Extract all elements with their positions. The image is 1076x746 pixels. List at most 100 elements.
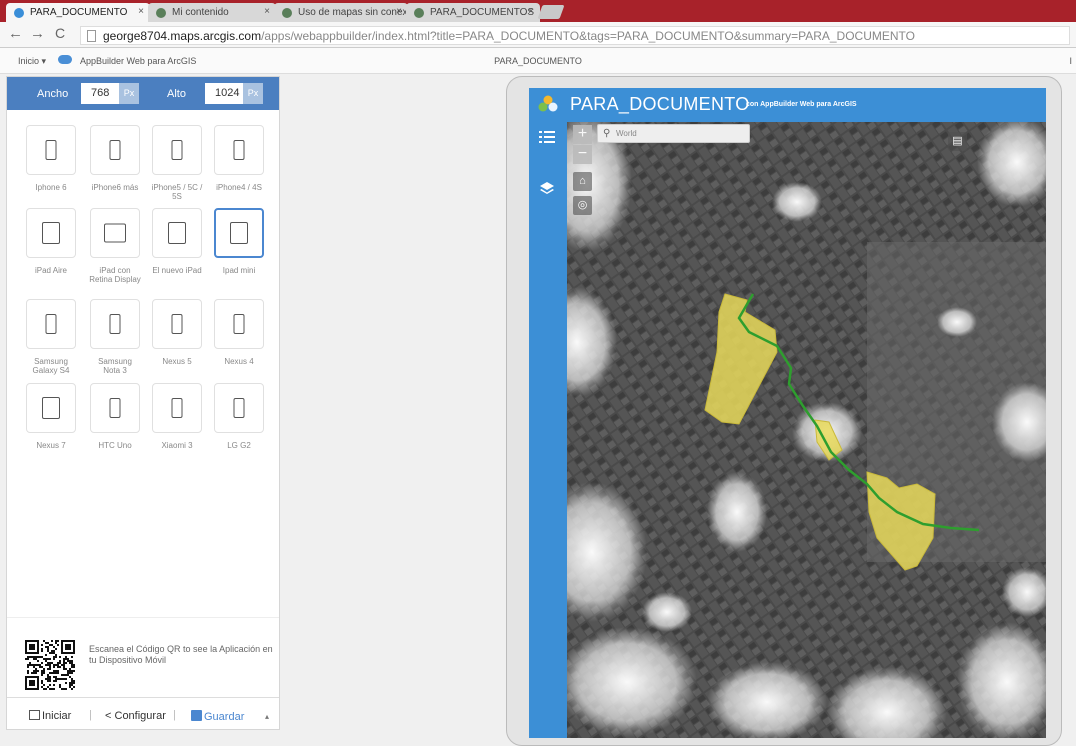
new-tab-button[interactable]	[537, 5, 565, 19]
device-tile[interactable]	[26, 299, 76, 349]
device-name: Nexus 7	[36, 441, 66, 450]
search-icon: ⚲	[603, 128, 611, 139]
tablet-icon	[230, 222, 248, 244]
tab-label: PARA_DOCUMENTO	[30, 7, 128, 18]
device-option[interactable]: El nuevo iPad	[151, 208, 203, 275]
app-header: Inicio ▾ AppBuilder Web para ArcGIS PARA…	[0, 48, 1076, 74]
device-name: Nexus 5	[162, 357, 192, 366]
width-input[interactable]: 768 Px	[81, 83, 139, 104]
device-option[interactable]: Samsung Galaxy S4	[25, 299, 77, 375]
device-tile[interactable]	[90, 383, 140, 433]
legend-icon[interactable]: ▤	[948, 132, 967, 151]
close-tab-icon[interactable]: ×	[264, 6, 270, 17]
device-tile[interactable]	[214, 383, 264, 433]
phone-icon	[171, 140, 183, 160]
device-tile[interactable]	[214, 208, 264, 258]
browser-tab-mi-contenido[interactable]: Mi contenido ×	[148, 3, 276, 22]
device-name: iPhone6 más	[91, 183, 139, 192]
height-value: 1024	[215, 87, 240, 99]
browser-tab-strip: PARA_DOCUMENTO × Mi contenido × Uso de m…	[0, 0, 1076, 22]
device-tile[interactable]	[152, 383, 202, 433]
tablet-icon	[104, 223, 126, 243]
device-option[interactable]: iPad Aire	[25, 208, 77, 275]
device-name: Samsung Nota 3	[98, 357, 132, 375]
browser-tab-para-documento[interactable]: PARA_DOCUMENTO ×	[6, 3, 150, 22]
device-tile[interactable]	[152, 299, 202, 349]
device-name: Ipad mini	[222, 266, 256, 275]
save-label: Guardar	[204, 711, 245, 723]
page-icon	[87, 30, 96, 42]
phone-icon	[45, 140, 57, 160]
device-name: Nexus 4	[224, 357, 254, 366]
device-tile[interactable]	[90, 208, 140, 258]
device-option[interactable]: Nexus 5	[151, 299, 203, 366]
browser-tab-uso-de-mapas[interactable]: Uso de mapas sin conexi ×	[274, 3, 408, 22]
forward-arrow-icon[interactable]: →	[30, 25, 45, 42]
device-tile[interactable]	[152, 125, 202, 175]
device-option[interactable]: Iphone 6	[25, 125, 77, 192]
device-option[interactable]: HTC Uno	[89, 383, 141, 450]
device-option[interactable]: Xiaomi 3	[151, 383, 203, 450]
device-name: Samsung Galaxy S4	[32, 357, 70, 375]
device-preview-panel: Ancho 768 Px Alto 1024 Px Iphone 6 iPhone…	[6, 76, 280, 730]
layers-icon[interactable]	[540, 182, 554, 196]
device-option[interactable]: iPad con Retina Display	[89, 208, 141, 284]
device-tile[interactable]	[214, 299, 264, 349]
zoom-in-button[interactable]: +	[573, 125, 592, 144]
start-button[interactable]: Iniciar	[29, 710, 71, 722]
configure-button[interactable]: < Configurar	[105, 710, 166, 722]
chevron-left-icon: <	[105, 710, 112, 722]
device-option[interactable]: LG G2	[213, 383, 265, 450]
width-value: 768	[91, 87, 110, 99]
page-title: PARA_DOCUMENTO	[494, 56, 582, 66]
width-label: Ancho	[37, 88, 69, 100]
tablet-icon	[42, 397, 60, 419]
device-name: HTC Uno	[98, 441, 132, 450]
zoom-out-button[interactable]: −	[573, 145, 592, 164]
browser-tab-para-documentos[interactable]: PARA_DOCUMENTOS ×	[406, 3, 540, 22]
device-option[interactable]: iPhone6 más	[89, 125, 141, 192]
device-tile[interactable]	[214, 125, 264, 175]
device-option[interactable]: Nexus 7	[25, 383, 77, 450]
close-tab-icon[interactable]: ×	[396, 6, 402, 17]
address-bar: ← → C george8704.maps.arcgis.com/apps/we…	[0, 22, 1076, 48]
device-option[interactable]: iPhone4 / 4S	[213, 125, 265, 192]
tab-label: Uso de mapas sin conexi	[298, 7, 408, 18]
device-tile[interactable]	[26, 383, 76, 433]
home-icon[interactable]: ⌂	[573, 172, 592, 191]
device-tile[interactable]	[26, 125, 76, 175]
footer-separator: |	[173, 709, 176, 721]
device-option[interactable]: Ipad mini	[213, 208, 265, 275]
device-tile[interactable]	[90, 299, 140, 349]
layer-list-icon[interactable]	[539, 130, 555, 144]
phone-icon	[233, 314, 245, 334]
close-tab-icon[interactable]: ×	[138, 6, 144, 17]
device-option[interactable]: Samsung Nota 3	[89, 299, 141, 375]
preview-side-toolbar	[529, 122, 567, 738]
collapse-caret-icon[interactable]: ▴	[265, 712, 269, 721]
device-tile[interactable]	[152, 208, 202, 258]
back-arrow-icon[interactable]: ←	[8, 25, 23, 42]
url-path: /apps/webappbuilder/index.html?title=PAR…	[261, 29, 915, 43]
save-button[interactable]: Guardar	[191, 710, 244, 723]
preview-app-title: PARA_DOCUMENTO	[570, 94, 750, 114]
satellite-map[interactable]	[567, 122, 1046, 738]
device-option[interactable]: iPhone5 / 5C / 5S	[151, 125, 203, 201]
device-tile[interactable]	[26, 208, 76, 258]
locate-icon[interactable]: ◎	[573, 196, 592, 215]
globe-icon	[282, 8, 292, 18]
height-input[interactable]: 1024 Px	[205, 83, 263, 104]
reload-icon[interactable]: C	[55, 25, 65, 41]
url-field[interactable]: george8704.maps.arcgis.com/apps/webappbu…	[80, 26, 1070, 45]
phone-icon	[233, 140, 245, 160]
globe-icon	[414, 8, 424, 18]
phone-icon	[171, 314, 183, 334]
device-option[interactable]: Nexus 4	[213, 299, 265, 366]
size-bar: Ancho 768 Px Alto 1024 Px	[7, 77, 279, 110]
close-tab-icon[interactable]: ×	[528, 6, 534, 17]
map-search-input[interactable]: ⚲ World	[597, 124, 750, 143]
device-tile[interactable]	[90, 125, 140, 175]
width-unit: Px	[119, 83, 139, 104]
device-name: iPad Aire	[34, 266, 68, 275]
header-edge-text: I	[1069, 56, 1072, 66]
